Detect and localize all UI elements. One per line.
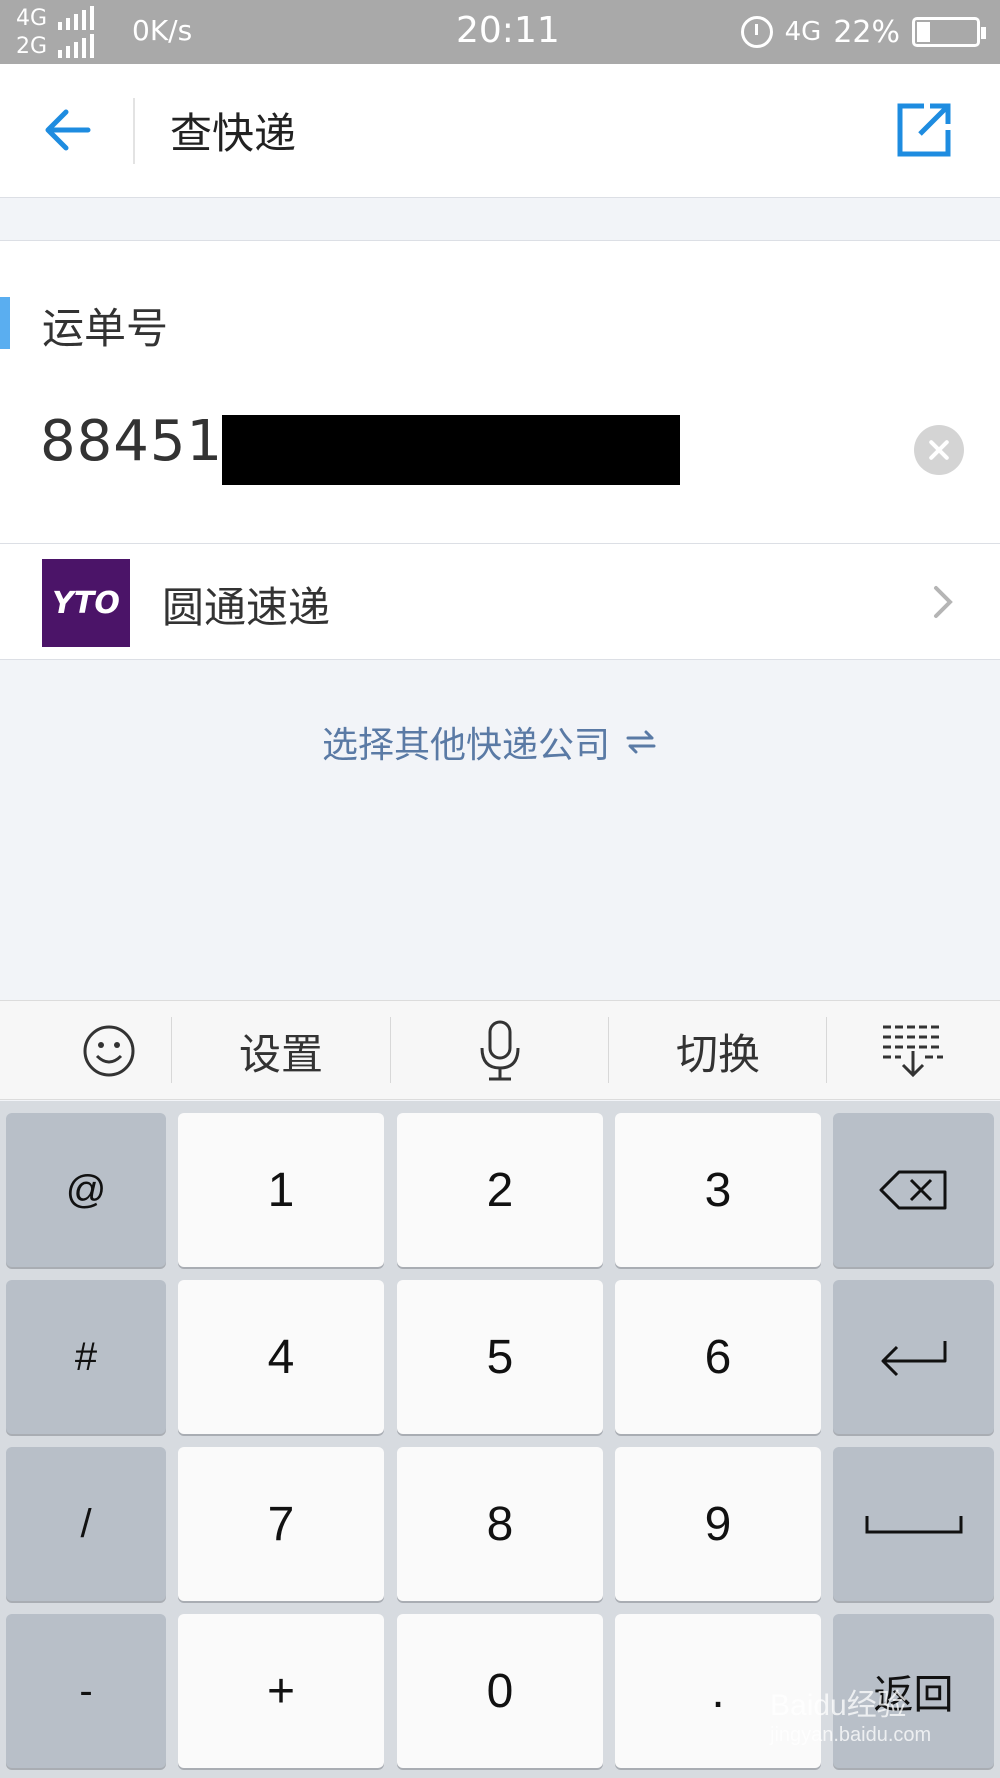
enter-icon (881, 1341, 946, 1377)
choose-other-courier-link[interactable]: 选择其他快递公司 (322, 716, 658, 768)
numeric-keyboard: @ 1 2 3 # 4 5 6 / 7 8 9 - + 0 . 返回 (0, 1101, 1000, 1778)
network-label-1: 4G (16, 5, 48, 31)
waybill-label: 运单号 (42, 304, 169, 353)
edit-share-icon[interactable] (894, 100, 954, 160)
page-title: 查快递 (170, 109, 297, 158)
key-3[interactable]: 3 (615, 1113, 821, 1267)
enter-key[interactable] (833, 1280, 994, 1434)
key-8[interactable]: 8 (397, 1447, 603, 1601)
microphone-icon (480, 1020, 520, 1081)
header-divider (133, 98, 135, 164)
battery-icon (912, 17, 986, 47)
alarm-icon (740, 16, 773, 48)
courier-logo: YTO (42, 559, 130, 647)
hide-keyboard-button[interactable] (804, 1001, 1000, 1101)
network-type: 4G (784, 17, 822, 47)
status-right: 4G 22% (740, 10, 986, 54)
network-speed: 0K/s (132, 14, 193, 47)
redaction-block (222, 415, 680, 485)
key-at[interactable]: @ (6, 1113, 166, 1267)
key-hash[interactable]: # (6, 1280, 166, 1434)
watermark-url: jingyan.baidu.com (770, 1724, 932, 1746)
chevron-right-icon (934, 586, 953, 618)
key-9[interactable]: 9 (615, 1447, 821, 1601)
status-bar: 4G 2G 0K/s 20:11 4G 22% (0, 0, 1000, 64)
signal-bars-icon (58, 34, 94, 58)
clear-input-icon[interactable] (914, 425, 964, 475)
courier-name: 圆通速递 (162, 583, 331, 632)
watermark: Baidu经验 jingyan.baidu.com (770, 1680, 931, 1747)
section-accent-bar (0, 297, 10, 349)
key-5[interactable]: 5 (397, 1280, 603, 1434)
waybill-card: 运单号 884519 YTO 圆通速递 (0, 240, 1000, 660)
settings-button[interactable]: 设置 (172, 1001, 390, 1101)
hide-keyboard-icon (883, 1025, 943, 1078)
space-key[interactable] (833, 1447, 994, 1601)
switch-keyboard-button[interactable]: 切换 (609, 1001, 827, 1101)
signal-bars-icon (58, 6, 94, 30)
key-4[interactable]: 4 (178, 1280, 384, 1434)
network-label-2: 2G (16, 33, 48, 59)
signal-indicators: 4G 2G (16, 4, 116, 60)
keyboard-toolbar: 设置 切换 (0, 1000, 1000, 1100)
key-minus[interactable]: - (6, 1614, 166, 1768)
key-6[interactable]: 6 (615, 1280, 821, 1434)
watermark-brand: Baidu经验 (770, 1689, 907, 1722)
key-slash[interactable]: / (6, 1447, 166, 1601)
app-header: 查快递 (0, 64, 1000, 198)
space-icon (865, 1516, 962, 1534)
key-plus[interactable]: + (178, 1614, 384, 1768)
back-arrow-icon[interactable] (40, 102, 96, 158)
voice-input-button[interactable] (391, 1001, 609, 1101)
backspace-key[interactable] (833, 1113, 994, 1267)
courier-company-row[interactable]: YTO 圆通速递 (0, 544, 1000, 661)
key-2[interactable]: 2 (397, 1113, 603, 1267)
backspace-icon (879, 1170, 946, 1210)
key-7[interactable]: 7 (178, 1447, 384, 1601)
swap-icon (626, 730, 656, 754)
choose-other-courier-label: 选择其他快递公司 (322, 725, 611, 766)
emoji-icon (83, 1025, 135, 1077)
clock: 20:11 (456, 10, 560, 51)
battery-percent: 22% (833, 14, 900, 50)
key-0[interactable]: 0 (397, 1614, 603, 1768)
key-1[interactable]: 1 (178, 1113, 384, 1267)
